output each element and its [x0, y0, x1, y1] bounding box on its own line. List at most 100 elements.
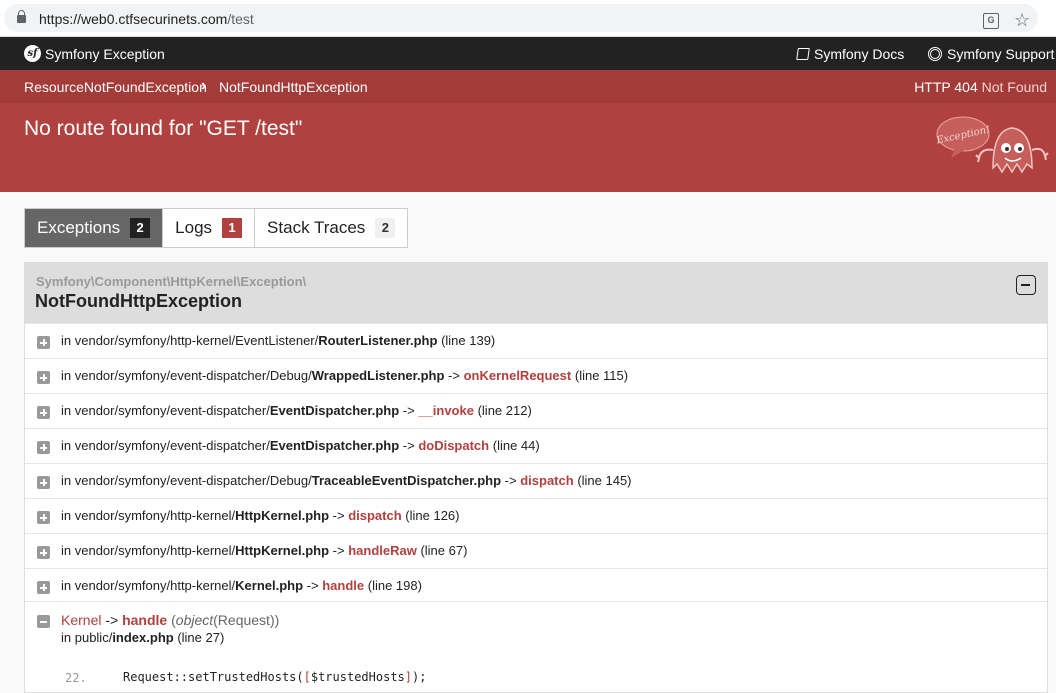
trace-row-text: in vendor/symfony/http-kernel/EventListe…: [61, 333, 495, 348]
trace-file: RouterListener.php: [318, 333, 438, 348]
trace-call: Kernel -> handle (object(Request)): [61, 612, 280, 628]
trace-line: (line 67): [420, 543, 468, 558]
header-title: Symfony Exception: [45, 46, 165, 62]
exception-namespace: Symfony\Component\HttpKernel\Exception\: [36, 274, 307, 289]
trace-file: HttpKernel.php: [235, 543, 330, 558]
trace-line: (line 198): [367, 578, 422, 593]
trace-row[interactable]: in vendor/symfony/http-kernel/EventListe…: [25, 323, 1047, 358]
trace-line: (line 44): [492, 438, 540, 453]
trace-path: in vendor/symfony/event-dispatcher/Debug…: [61, 368, 312, 383]
trace-row[interactable]: in vendor/symfony/event-dispatcher/Debug…: [25, 463, 1047, 498]
exception-class: NotFoundHttpException: [35, 291, 242, 311]
trace-path: in vendor/symfony/http-kernel/: [61, 508, 236, 523]
ghost-icon: Exception!: [935, 116, 1049, 174]
breadcrumb-item-resource-not-found[interactable]: ResourceNotFoundException: [24, 79, 207, 95]
url-text[interactable]: https://web0.ctfsecurinets.com/test: [39, 11, 254, 27]
trace-arrow: ->: [332, 508, 345, 523]
trace-header[interactable]: Symfony\Component\HttpKernel\Exception\ …: [25, 263, 1047, 323]
browser-toolbar: https://web0.ctfsecurinets.com/test G ☆: [0, 0, 1056, 37]
symfony-docs-link[interactable]: Symfony Docs: [796, 46, 904, 62]
symfony-logo-icon: sf: [24, 45, 41, 62]
trace-path: in vendor/symfony/event-dispatcher/Debug…: [61, 473, 312, 488]
translate-icon[interactable]: G: [983, 13, 999, 29]
trace-row[interactable]: in vendor/symfony/event-dispatcher/Event…: [25, 393, 1047, 428]
code-line: Request::setTrustedHosts([$trustedHosts]…: [123, 670, 427, 684]
book-icon: [796, 48, 810, 60]
trace-row-text: in vendor/symfony/http-kernel/HttpKernel…: [61, 543, 467, 558]
collapse-icon[interactable]: [1016, 275, 1036, 295]
trace-function: __invoke: [418, 403, 474, 418]
trace-row[interactable]: in vendor/symfony/http-kernel/HttpKernel…: [25, 533, 1047, 568]
trace-function: onKernelRequest: [463, 368, 572, 383]
expand-row-icon[interactable]: [37, 371, 50, 384]
trace-arrow: ->: [402, 403, 415, 418]
trace-row-text: in vendor/symfony/event-dispatcher/Event…: [61, 403, 532, 418]
trace-line: (line 145): [577, 473, 632, 488]
trace-arrow: ->: [504, 473, 517, 488]
trace-function: dispatch: [348, 508, 402, 523]
symfony-header: sf Symfony Exception Symfony Docs Symfon…: [0, 37, 1056, 70]
trace-path: in vendor/symfony/http-kernel/: [61, 578, 236, 593]
trace-row-text: in vendor/symfony/http-kernel/Kernel.php…: [61, 578, 422, 593]
trace-file: TraceableEventDispatcher.php: [311, 473, 502, 488]
trace-arrow: ->: [332, 543, 345, 558]
tab-logs[interactable]: Logs 1: [163, 209, 256, 247]
trace-row-text: in vendor/symfony/event-dispatcher/Event…: [61, 438, 540, 453]
trace-row[interactable]: in vendor/symfony/http-kernel/Kernel.php…: [25, 568, 1047, 603]
expand-row-icon[interactable]: [37, 581, 50, 594]
breadcrumb-separator-icon: ›: [201, 77, 207, 94]
trace-row-text: in vendor/symfony/event-dispatcher/Debug…: [61, 473, 632, 488]
trace-row-text: in vendor/symfony/http-kernel/HttpKernel…: [61, 508, 460, 523]
exception-trace: Symfony\Component\HttpKernel\Exception\ …: [24, 262, 1048, 693]
expand-row-icon[interactable]: [37, 441, 50, 454]
trace-row[interactable]: in vendor/symfony/http-kernel/HttpKernel…: [25, 498, 1047, 533]
star-icon[interactable]: ☆: [1014, 10, 1030, 30]
trace-file: WrappedListener.php: [311, 368, 445, 383]
exception-message: No route found for "GET /test": [24, 117, 303, 140]
trace-row[interactable]: in vendor/symfony/event-dispatcher/Debug…: [25, 358, 1047, 393]
trace-row-expanded: Kernel -> handle (object(Request)) in pu…: [25, 601, 1047, 692]
expand-row-icon[interactable]: [37, 336, 50, 349]
trace-arrow: ->: [402, 438, 415, 453]
lifebuoy-icon: [928, 47, 942, 61]
trace-function: doDispatch: [418, 438, 490, 453]
trace-function: dispatch: [520, 473, 574, 488]
tab-exceptions[interactable]: Exceptions 2: [25, 209, 164, 247]
trace-line: (line 139): [441, 333, 496, 348]
trace-path: in vendor/symfony/http-kernel/: [61, 543, 236, 558]
trace-file: Kernel.php: [235, 578, 304, 593]
tab-stack-traces[interactable]: Stack Traces 2: [255, 209, 407, 247]
trace-line: (line 126): [405, 508, 460, 523]
code-line-number: 22.: [65, 671, 87, 685]
trace-function: handleRaw: [348, 543, 417, 558]
exceptions-count-badge: 2: [130, 218, 151, 238]
trace-row-text: in vendor/symfony/event-dispatcher/Debug…: [61, 368, 628, 383]
trace-line: (line 212): [477, 403, 532, 418]
trace-path: in vendor/symfony/event-dispatcher/: [61, 403, 270, 418]
logs-count-badge: 1: [222, 218, 243, 238]
exception-summary: ResourceNotFoundException › NotFoundHttp…: [0, 70, 1056, 192]
trace-file: EventDispatcher.php: [269, 403, 400, 418]
trace-file: EventDispatcher.php: [269, 438, 400, 453]
breadcrumb-item-not-found-http[interactable]: NotFoundHttpException: [219, 79, 368, 95]
stack-traces-count-badge: 2: [375, 218, 396, 238]
breadcrumb: ResourceNotFoundException › NotFoundHttp…: [0, 70, 1056, 103]
trace-file: HttpKernel.php: [235, 508, 330, 523]
collapse-row-icon[interactable]: [37, 615, 50, 628]
trace-row[interactable]: in vendor/symfony/event-dispatcher/Event…: [25, 428, 1047, 463]
expand-row-icon[interactable]: [37, 406, 50, 419]
trace-location: in public/index.php (line 27): [61, 630, 225, 645]
lock-icon[interactable]: [17, 10, 26, 23]
expand-row-icon[interactable]: [37, 511, 50, 524]
symfony-support-link[interactable]: Symfony Support: [928, 46, 1054, 62]
trace-line: (line 115): [574, 368, 629, 383]
expand-row-icon[interactable]: [37, 546, 50, 559]
trace-arrow: ->: [306, 578, 319, 593]
trace-path: in vendor/symfony/http-kernel/EventListe…: [61, 333, 319, 348]
http-status: HTTP 404 Not Found: [914, 79, 1047, 95]
address-bar[interactable]: https://web0.ctfsecurinets.com/test G ☆: [4, 4, 1038, 32]
tab-bar: Exceptions 2 Logs 1 Stack Traces 2: [24, 208, 409, 248]
trace-path: in vendor/symfony/event-dispatcher/: [61, 438, 270, 453]
trace-arrow: ->: [448, 368, 460, 383]
expand-row-icon[interactable]: [37, 476, 50, 489]
